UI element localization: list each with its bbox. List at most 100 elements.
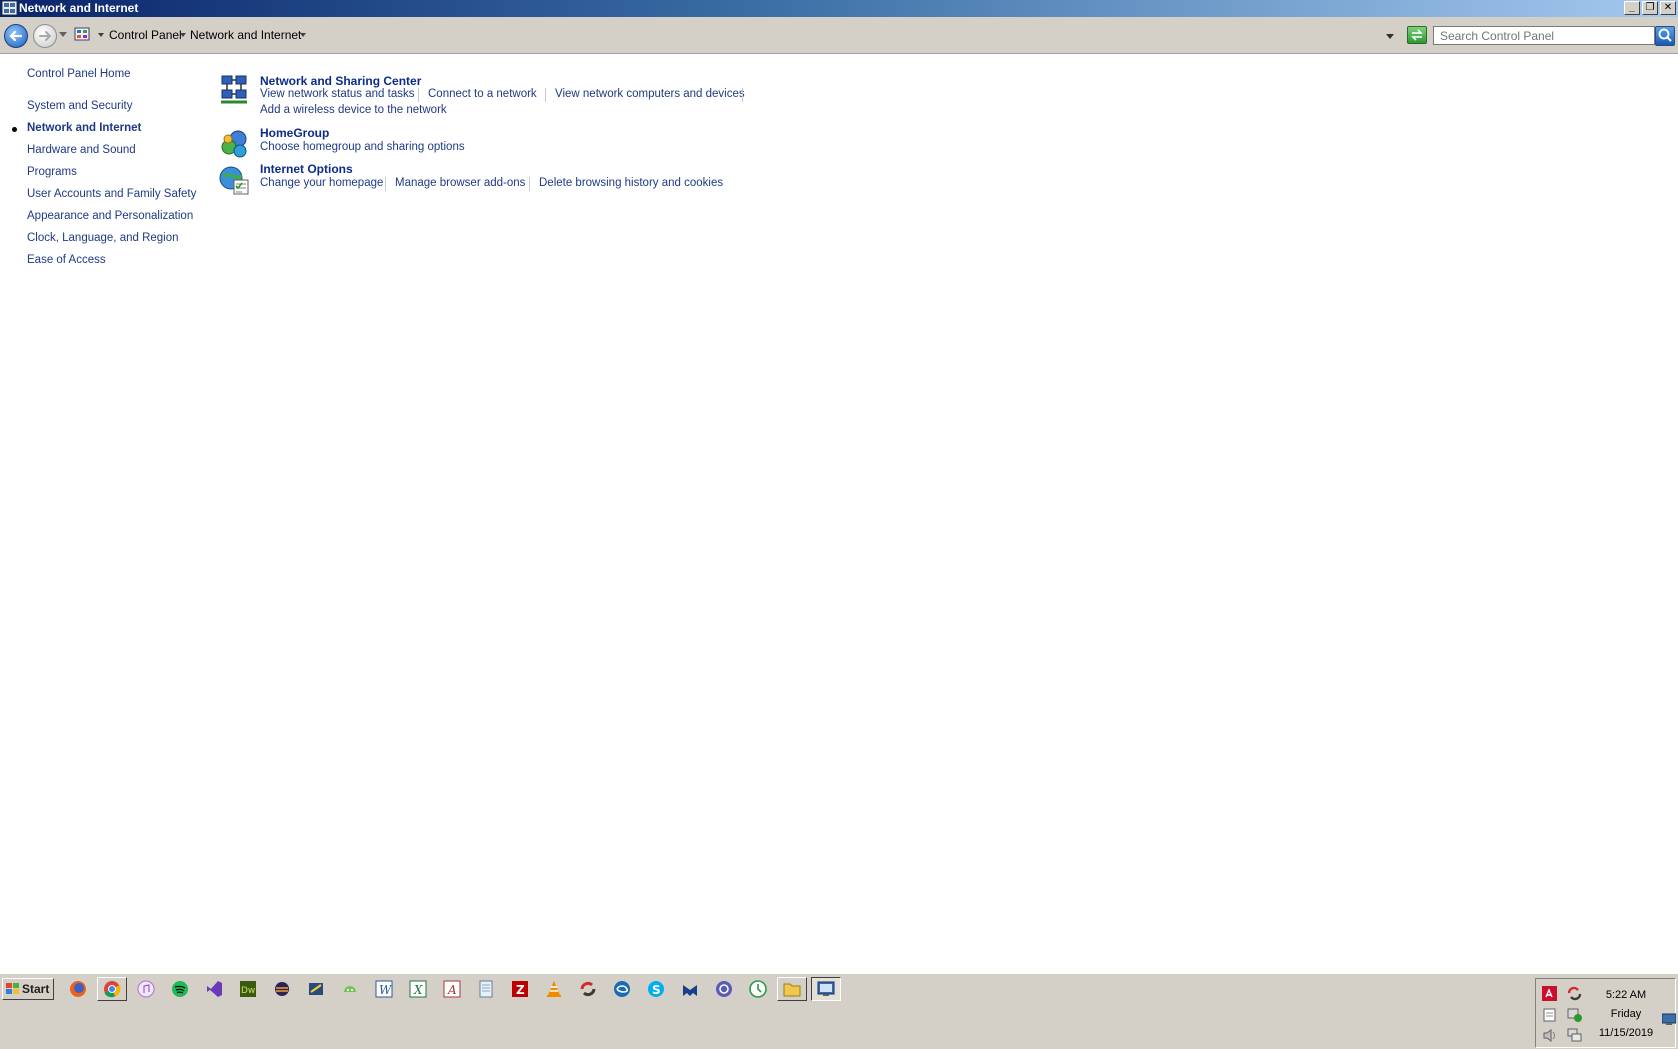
homegroup-icon xyxy=(221,130,247,158)
refresh-icon xyxy=(1411,29,1423,41)
close-button[interactable]: ✕ xyxy=(1660,1,1676,15)
control-panel-window: Network and Internet _ ❐ ✕ Control Panel… xyxy=(0,0,1678,1049)
sidebar-item-ease-of-access[interactable]: Ease of Access xyxy=(27,254,106,266)
clock-app-icon[interactable] xyxy=(749,980,767,998)
back-button[interactable] xyxy=(4,24,28,48)
address-toolbar: Control Panel Network and Internet xyxy=(0,17,1678,54)
sidebar-item-user-accounts[interactable]: User Accounts and Family Safety xyxy=(27,188,196,200)
task-separator xyxy=(529,177,530,191)
address-history-dropdown[interactable] xyxy=(1386,34,1394,39)
control-panel-crumb-icon xyxy=(74,27,90,41)
security-tray-icon[interactable] xyxy=(1567,1007,1582,1022)
clipboard-tray-icon[interactable] xyxy=(1542,1007,1557,1022)
breadcrumb-network-and-internet[interactable]: Network and Internet xyxy=(190,28,301,42)
access-icon[interactable]: A xyxy=(443,980,461,998)
sidebar-item-system-and-security[interactable]: System and Security xyxy=(27,100,132,112)
breadcrumb-control-panel-arrow[interactable] xyxy=(180,33,186,37)
sidebar-item-appearance[interactable]: Appearance and Personalization xyxy=(27,210,193,222)
firefox-icon[interactable] xyxy=(69,980,87,998)
volume-icon[interactable] xyxy=(1542,1028,1557,1043)
forward-button[interactable] xyxy=(33,24,57,48)
itunes-icon[interactable] xyxy=(137,980,155,998)
notification-area: 5:22 AM Friday 11/15/2019 xyxy=(1535,978,1676,1048)
svg-text:S: S xyxy=(652,983,661,997)
search-icon xyxy=(1658,28,1672,42)
antivirus-icon[interactable] xyxy=(1542,986,1557,1001)
search-input[interactable] xyxy=(1434,27,1644,44)
search-button[interactable] xyxy=(1655,26,1675,46)
breadcrumb-control-panel[interactable]: Control Panel xyxy=(109,28,182,42)
windows-logo-icon xyxy=(6,983,19,994)
svg-text:X: X xyxy=(413,983,423,997)
network-sharing-icon xyxy=(221,75,247,104)
browser-app-icon[interactable] xyxy=(715,980,733,998)
taskbar: Start Dw W X A Z S 5:22 AM Friday 11/15/… xyxy=(0,973,1678,1049)
recent-pages-dropdown[interactable] xyxy=(59,32,67,37)
show-desktop-icon[interactable] xyxy=(1662,1013,1676,1026)
clock-day[interactable]: Friday xyxy=(1590,1008,1662,1020)
connect-to-network-link[interactable]: Connect to a network xyxy=(428,88,537,100)
sync-icon[interactable] xyxy=(579,980,597,998)
start-button[interactable]: Start xyxy=(2,978,54,1000)
homegroup-link[interactable]: HomeGroup xyxy=(260,126,329,140)
sync-tray-icon[interactable] xyxy=(1567,986,1582,1001)
task-separator xyxy=(385,177,386,191)
choose-homegroup-options-link[interactable]: Choose homegroup and sharing options xyxy=(260,141,465,153)
excel-icon[interactable]: X xyxy=(409,980,427,998)
vlc-icon[interactable] xyxy=(545,980,563,998)
svg-text:Dw: Dw xyxy=(241,986,255,996)
filezilla-icon[interactable]: Z xyxy=(511,980,529,998)
start-label: Start xyxy=(22,982,50,996)
chrome-icon xyxy=(104,981,121,998)
current-category-bullet xyxy=(12,127,17,132)
network-sharing-center-link[interactable]: Network and Sharing Center xyxy=(260,74,421,88)
add-wireless-device-link[interactable]: Add a wireless device to the network xyxy=(260,104,447,116)
manage-browser-addons-link[interactable]: Manage browser add-ons xyxy=(395,177,525,189)
malwarebytes-icon[interactable] xyxy=(681,980,699,998)
window-title: Network and Internet xyxy=(19,1,139,15)
restore-button[interactable]: ❐ xyxy=(1642,1,1658,15)
sidebar-item-programs[interactable]: Programs xyxy=(27,166,77,178)
task-separator xyxy=(418,88,419,102)
notepad-icon[interactable] xyxy=(477,980,495,998)
address-field[interactable]: Control Panel Network and Internet xyxy=(72,25,1404,46)
internet-options-link[interactable]: Internet Options xyxy=(260,162,353,176)
file-explorer-icon xyxy=(783,983,801,997)
eclipse-icon[interactable] xyxy=(273,980,291,998)
internet-options-icon xyxy=(219,166,249,195)
control-panel-app-icon xyxy=(2,1,17,15)
delete-browsing-history-link[interactable]: Delete browsing history and cookies xyxy=(539,177,723,189)
view-network-status-link[interactable]: View network status and tasks xyxy=(260,88,414,100)
android-studio-icon[interactable] xyxy=(341,980,359,998)
python-editor-icon[interactable] xyxy=(307,980,325,998)
swirl-app-icon[interactable] xyxy=(613,980,631,998)
minimize-button[interactable]: _ xyxy=(1624,1,1640,15)
visual-studio-icon[interactable] xyxy=(205,980,223,998)
clock-time[interactable]: 5:22 AM xyxy=(1590,989,1662,1001)
clock-date[interactable]: 11/15/2019 xyxy=(1590,1027,1662,1039)
title-bar: Network and Internet _ ❐ ✕ xyxy=(0,0,1678,17)
control-panel-home-link[interactable]: Control Panel Home xyxy=(27,68,131,80)
spotify-icon[interactable] xyxy=(171,980,189,998)
refresh-button[interactable] xyxy=(1407,26,1427,44)
view-network-computers-link[interactable]: View network computers and devices xyxy=(555,88,745,100)
skype-icon[interactable]: S xyxy=(647,980,665,998)
dreamweaver-icon[interactable]: Dw xyxy=(239,980,257,998)
word-icon[interactable]: W xyxy=(375,980,393,998)
breadcrumb-root-arrow[interactable] xyxy=(98,33,104,37)
task-separator xyxy=(545,88,546,102)
sidebar-item-network-and-internet[interactable]: Network and Internet xyxy=(27,122,141,134)
back-arrow-icon xyxy=(9,30,23,42)
sidebar-item-hardware-and-sound[interactable]: Hardware and Sound xyxy=(27,144,136,156)
sidebar-item-clock-language-region[interactable]: Clock, Language, and Region xyxy=(27,232,179,244)
svg-text:A: A xyxy=(447,983,457,997)
task-separator xyxy=(742,88,743,102)
network-tray-icon[interactable] xyxy=(1567,1028,1582,1043)
search-box[interactable] xyxy=(1433,26,1655,45)
breadcrumb-network-arrow[interactable] xyxy=(300,33,306,37)
forward-arrow-icon xyxy=(39,31,52,41)
control-panel-icon xyxy=(817,981,835,996)
change-homepage-link[interactable]: Change your homepage xyxy=(260,177,383,189)
svg-text:Z: Z xyxy=(516,983,525,997)
svg-text:W: W xyxy=(379,983,393,997)
